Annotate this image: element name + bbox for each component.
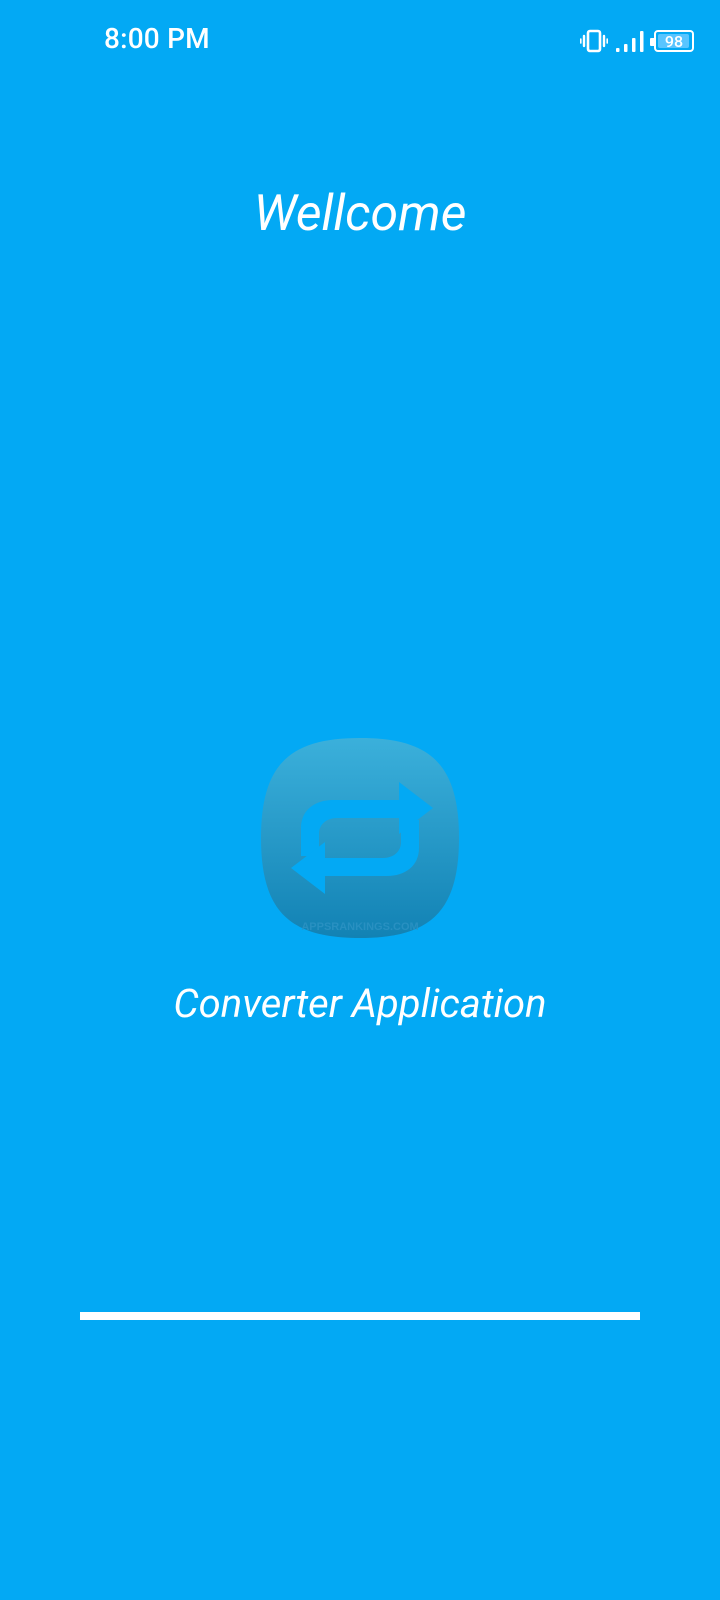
vibrate-icon bbox=[580, 29, 608, 53]
welcome-title: Wellcome bbox=[253, 185, 467, 243]
logo-watermark: APPSRANKINGS.COM bbox=[301, 921, 418, 933]
battery-icon: 98 bbox=[650, 30, 694, 52]
status-bar: 8:00 PM 98 bbox=[0, 0, 720, 84]
app-logo: APPSRANKINGS.COM bbox=[261, 738, 459, 938]
progress-fill bbox=[80, 1312, 640, 1320]
loading-progress-bar bbox=[80, 1312, 640, 1320]
signal-icon bbox=[616, 31, 644, 52]
app-name: Converter Application bbox=[173, 980, 547, 1027]
status-icons: 98 bbox=[580, 27, 694, 55]
status-time: 8:00 PM bbox=[104, 22, 210, 55]
battery-level: 98 bbox=[664, 31, 684, 51]
